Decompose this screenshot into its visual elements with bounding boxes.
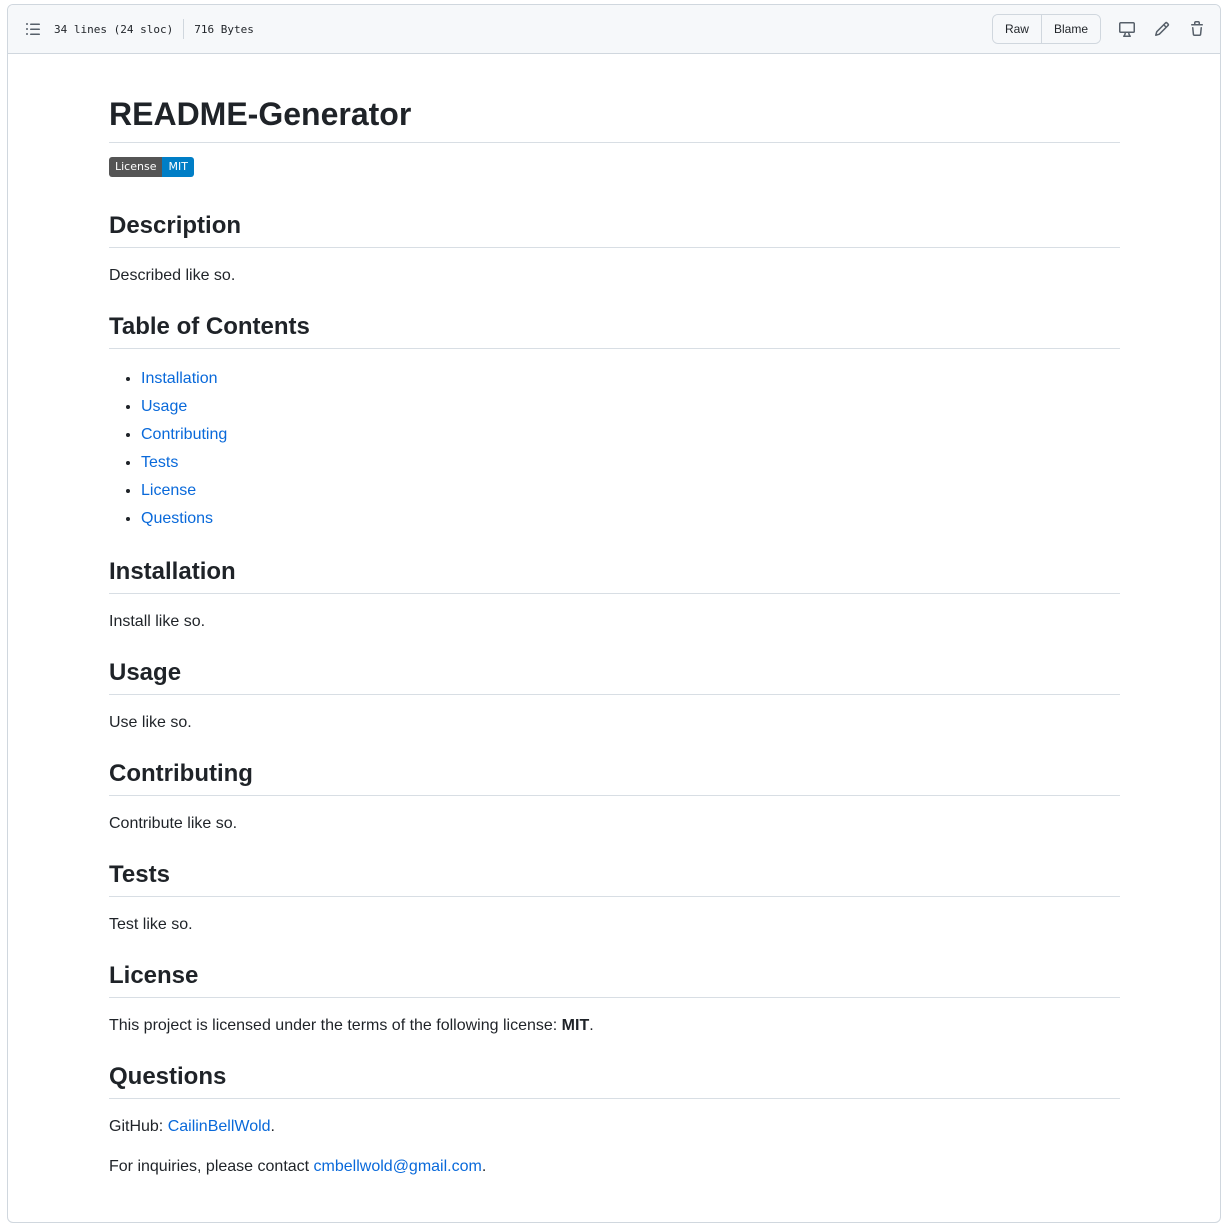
desktop-icon[interactable] <box>1112 14 1142 44</box>
tests-text: Test like so. <box>109 916 193 933</box>
toc-item: Questions <box>141 505 1120 533</box>
license-text-suffix: . <box>589 1017 594 1034</box>
contributing-heading: Contributing <box>109 759 1120 796</box>
toc-item: Usage <box>141 393 1120 421</box>
file-header: 34 lines (24 sloc) 716 Bytes Raw Blame <box>8 5 1220 54</box>
installation-text: Install like so. <box>109 613 206 630</box>
toc-link-usage[interactable]: Usage <box>141 398 187 415</box>
questions-heading: Questions <box>109 1062 1120 1099</box>
badge-value: MIT <box>162 157 194 177</box>
toc-list: Installation Usage Contributing Tests Li… <box>109 365 1120 533</box>
toc-heading: Table of Contents <box>109 312 1120 349</box>
usage-text: Use like so. <box>109 714 192 731</box>
readme-title: README-Generator <box>109 94 1120 143</box>
badge-label: License <box>109 157 163 177</box>
toc-link-installation[interactable]: Installation <box>141 370 218 387</box>
raw-button[interactable]: Raw <box>992 15 1041 43</box>
github-prefix: GitHub: <box>109 1118 168 1135</box>
license-badge[interactable]: License MIT <box>109 157 194 177</box>
contact-suffix: . <box>481 1158 487 1175</box>
trash-icon[interactable] <box>1182 14 1212 44</box>
github-line: GitHub: CailinBellWold. <box>109 1115 1120 1139</box>
toc-link-contributing[interactable]: Contributing <box>141 426 227 443</box>
toc-link-questions[interactable]: Questions <box>141 510 213 527</box>
email-link[interactable]: cmbellwold@gmail.com <box>314 1158 482 1175</box>
installation-heading: Installation <box>109 557 1120 594</box>
description-heading: Description <box>109 211 1120 248</box>
license-name: MIT <box>561 1017 590 1034</box>
blame-button[interactable]: Blame <box>1040 15 1100 43</box>
file-meta: 34 lines (24 sloc) 716 Bytes <box>54 19 254 39</box>
file-view: 34 lines (24 sloc) 716 Bytes Raw Blame R… <box>7 4 1221 1223</box>
github-user-link[interactable]: CailinBellWold <box>168 1118 271 1135</box>
github-suffix: . <box>270 1118 275 1135</box>
toc-item: Tests <box>141 449 1120 477</box>
tests-heading: Tests <box>109 860 1120 897</box>
usage-heading: Usage <box>109 658 1120 695</box>
contributing-text: Contribute like so. <box>109 815 238 832</box>
contact-prefix: For inquiries, please contact <box>109 1158 314 1175</box>
toc-link-license[interactable]: License <box>141 482 196 499</box>
readme-content: README-Generator License MIT Description… <box>8 54 1220 1179</box>
license-heading: License <box>109 961 1120 998</box>
list-unordered-icon[interactable] <box>22 18 44 40</box>
contact-line: For inquiries, please contact cmbellwold… <box>109 1155 1120 1179</box>
toc-item: License <box>141 477 1120 505</box>
toc-item: Installation <box>141 365 1120 393</box>
lines-info: 34 lines (24 sloc) <box>54 22 174 36</box>
size-info: 716 Bytes <box>194 22 254 36</box>
meta-divider <box>183 19 185 39</box>
toc-link-tests[interactable]: Tests <box>141 454 178 471</box>
license-text: This project is licensed under the terms… <box>109 1014 1120 1038</box>
license-text-prefix: This project is licensed under the terms… <box>109 1017 562 1034</box>
description-text: Described like so. <box>109 267 236 284</box>
pencil-icon[interactable] <box>1147 14 1177 44</box>
toc-item: Contributing <box>141 421 1120 449</box>
raw-blame-group: Raw Blame <box>991 14 1101 44</box>
